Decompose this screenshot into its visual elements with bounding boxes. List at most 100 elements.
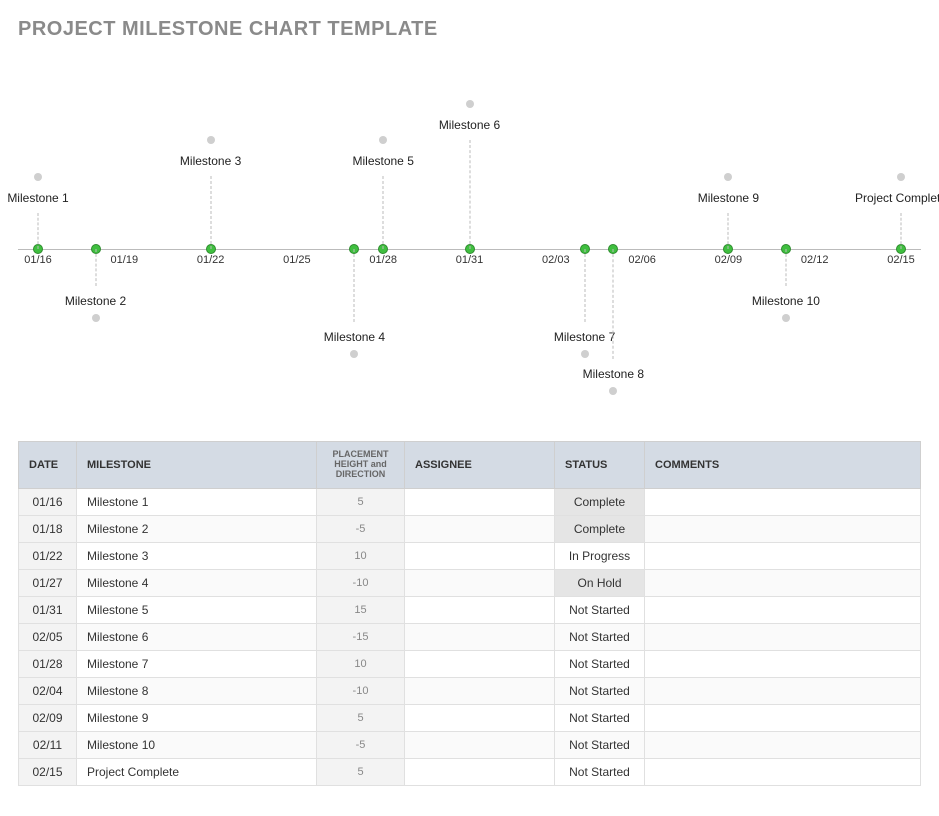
cell-milestone[interactable]: Milestone 8 [77,677,317,704]
col-milestone: MILESTONE [77,442,317,489]
cell-placement[interactable]: 5 [317,758,405,785]
cell-date[interactable]: 02/15 [19,758,77,785]
page-title: PROJECT MILESTONE CHART TEMPLATE [18,18,921,41]
col-status: STATUS [555,442,645,489]
cell-status[interactable]: On Hold [555,569,645,596]
table-row: 01/16Milestone 15 Complete [19,488,921,515]
cell-comments[interactable] [645,488,921,515]
cell-milestone[interactable]: Milestone 2 [77,515,317,542]
milestone-label: Project Complete [855,191,939,205]
cell-status[interactable]: In Progress [555,542,645,569]
cell-comments[interactable] [645,623,921,650]
table-row: 02/05Milestone 6-15 Not Started [19,623,921,650]
cell-assignee[interactable] [405,650,555,677]
table-row: 01/27Milestone 4-10 On Hold [19,569,921,596]
cell-milestone[interactable]: Milestone 9 [77,704,317,731]
cell-status[interactable]: Complete [555,488,645,515]
cell-assignee[interactable] [405,731,555,758]
cell-date[interactable]: 02/04 [19,677,77,704]
cell-placement[interactable]: 10 [317,650,405,677]
cell-milestone[interactable]: Milestone 5 [77,596,317,623]
cell-assignee[interactable] [405,677,555,704]
cell-status[interactable]: Complete [555,515,645,542]
cell-comments[interactable] [645,515,921,542]
milestone-table: DATE MILESTONE PLACEMENT HEIGHT and DIRE… [18,441,921,786]
table-row: 02/09Milestone 95 Not Started [19,704,921,731]
axis-tick-label: 01/25 [283,254,311,266]
cell-date[interactable]: 01/28 [19,650,77,677]
cell-comments[interactable] [645,731,921,758]
cell-status[interactable]: Not Started [555,731,645,758]
cell-status[interactable]: Not Started [555,704,645,731]
cell-comments[interactable] [645,677,921,704]
cell-placement[interactable]: 15 [317,596,405,623]
cell-date[interactable]: 02/09 [19,704,77,731]
axis-tick-label: 02/09 [715,254,743,266]
cell-milestone[interactable]: Milestone 4 [77,569,317,596]
cell-comments[interactable] [645,569,921,596]
cell-milestone[interactable]: Milestone 6 [77,623,317,650]
cell-milestone[interactable]: Milestone 7 [77,650,317,677]
milestone-chart: 01/1601/1901/2201/2501/2801/3102/0302/06… [18,51,921,381]
cell-comments[interactable] [645,542,921,569]
cell-assignee[interactable] [405,542,555,569]
milestone-label: Milestone 5 [353,154,414,168]
cell-date[interactable]: 01/18 [19,515,77,542]
cell-assignee[interactable] [405,569,555,596]
cell-date[interactable]: 01/31 [19,596,77,623]
milestone-leader-line [383,176,384,249]
cell-date[interactable]: 01/22 [19,542,77,569]
cell-status[interactable]: Not Started [555,650,645,677]
cell-placement[interactable]: 5 [317,488,405,515]
cell-assignee[interactable] [405,623,555,650]
axis-tick-label: 02/12 [801,254,829,266]
milestone-leader-line [613,249,614,359]
cell-assignee[interactable] [405,488,555,515]
milestone-leader-line [728,213,729,250]
cell-milestone[interactable]: Milestone 3 [77,542,317,569]
cell-assignee[interactable] [405,515,555,542]
cell-assignee[interactable] [405,704,555,731]
cell-comments[interactable] [645,596,921,623]
table-header-row: DATE MILESTONE PLACEMENT HEIGHT and DIRE… [19,442,921,489]
cell-placement[interactable]: -5 [317,731,405,758]
cell-date[interactable]: 02/11 [19,731,77,758]
cell-status[interactable]: Not Started [555,623,645,650]
axis-tick-label: 02/03 [542,254,570,266]
cell-comments[interactable] [645,650,921,677]
milestone-leader-line [785,249,786,286]
cell-assignee[interactable] [405,758,555,785]
milestone-end-dot [897,173,905,181]
cell-date[interactable]: 01/16 [19,488,77,515]
table-row: 01/31Milestone 515 Not Started [19,596,921,623]
cell-comments[interactable] [645,758,921,785]
cell-milestone[interactable]: Project Complete [77,758,317,785]
milestone-label: Milestone 8 [583,367,644,381]
cell-date[interactable]: 01/27 [19,569,77,596]
cell-milestone[interactable]: Milestone 10 [77,731,317,758]
cell-placement[interactable]: -10 [317,677,405,704]
milestone-leader-line [95,249,96,286]
axis-tick-label: 01/28 [369,254,397,266]
cell-placement[interactable]: -10 [317,569,405,596]
col-date: DATE [19,442,77,489]
cell-assignee[interactable] [405,596,555,623]
cell-date[interactable]: 02/05 [19,623,77,650]
cell-placement[interactable]: -15 [317,623,405,650]
table-row: 02/15Project Complete5 Not Started [19,758,921,785]
cell-status[interactable]: Not Started [555,596,645,623]
cell-placement[interactable]: -5 [317,515,405,542]
axis-tick-label: 02/06 [628,254,656,266]
milestone-end-dot [350,350,358,358]
cell-milestone[interactable]: Milestone 1 [77,488,317,515]
milestone-label: Milestone 1 [7,191,68,205]
cell-comments[interactable] [645,704,921,731]
cell-status[interactable]: Not Started [555,758,645,785]
axis-tick-label: 01/19 [111,254,139,266]
milestone-leader-line [38,213,39,250]
cell-placement[interactable]: 5 [317,704,405,731]
cell-status[interactable]: Not Started [555,677,645,704]
milestone-end-dot [466,100,474,108]
cell-placement[interactable]: 10 [317,542,405,569]
col-comments: COMMENTS [645,442,921,489]
